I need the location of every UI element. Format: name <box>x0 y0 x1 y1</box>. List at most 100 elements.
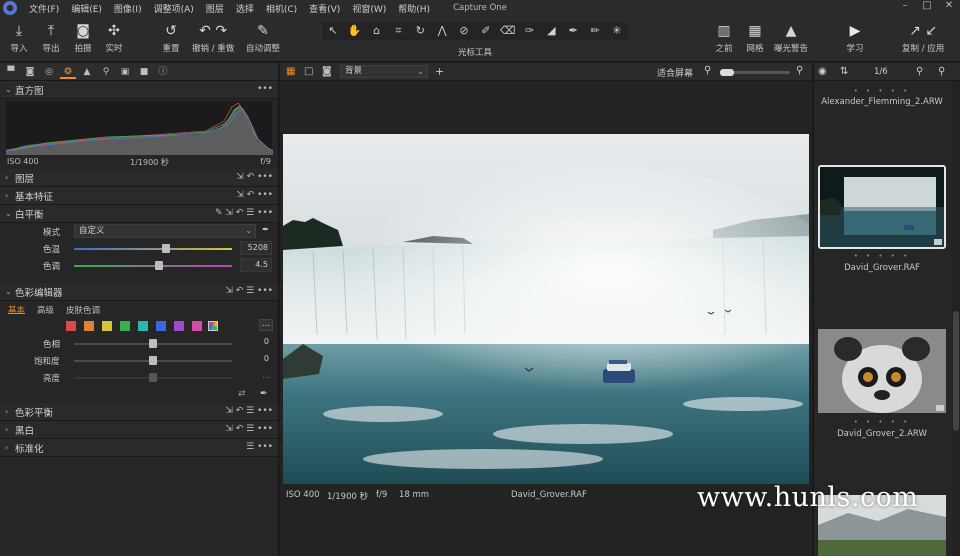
spot-removal-icon[interactable]: ⊘ <box>456 23 472 39</box>
section-actions-icon[interactable]: ⇲ ↶ ☰ ••• <box>225 286 273 296</box>
layers-section-header[interactable]: › 图层 ⇲ ↶ ••• <box>0 169 278 187</box>
swatch-magenta[interactable] <box>192 321 202 331</box>
eyedropper-icon[interactable]: ✒ <box>262 225 269 235</box>
hue-slider[interactable] <box>74 339 232 348</box>
rating-dots[interactable]: • • • • • <box>814 87 950 95</box>
menu-image[interactable]: 图像(I) <box>108 2 148 15</box>
hue-value[interactable]: 0 <box>240 336 272 350</box>
details-tab-icon[interactable]: ⚲ <box>98 65 114 79</box>
rotate-icon[interactable]: ↻ <box>412 23 428 39</box>
zoom-in-icon[interactable]: ⚲ <box>796 65 803 76</box>
white-balance-section-header[interactable]: ⌄ 白平衡 ✎ ⇲ ↶ ☰ ••• <box>0 205 278 223</box>
kelvin-value-field[interactable]: 5208 <box>240 241 272 255</box>
saturation-value[interactable]: 0 <box>240 353 272 367</box>
color-balance-section-header[interactable]: › 色彩平衡 ⇲ ↶ ☰ ••• <box>0 403 278 421</box>
tab-basic[interactable]: 基本 <box>8 304 26 316</box>
menu-adjustments[interactable]: 调整项(A) <box>148 2 200 15</box>
histogram-section-header[interactable]: ⌄ 直方图 ••• <box>0 81 278 99</box>
scrollbar-thumb[interactable] <box>953 311 959 431</box>
menu-layers[interactable]: 图层 <box>200 2 230 15</box>
tint-slider-handle[interactable] <box>155 261 163 270</box>
menu-camera[interactable]: 相机(C) <box>260 2 303 15</box>
capture-button[interactable]: ◙ 拍摄 <box>74 22 92 54</box>
capture-tab-icon[interactable]: ◙ <box>22 65 38 79</box>
zoom-out-icon[interactable]: ⚲ <box>704 65 711 76</box>
loupe-icon[interactable]: ⌂ <box>369 23 385 39</box>
base-characteristics-section-header[interactable]: › 基本特征 ⇲ ↶ ••• <box>0 187 278 205</box>
thumbnail-selected[interactable] <box>818 165 946 249</box>
eye-icon[interactable]: ◉ <box>818 66 827 77</box>
fit-screen-label[interactable]: 适合屏幕 <box>657 66 693 79</box>
swatch-red[interactable] <box>66 321 76 331</box>
more-icon[interactable]: … <box>262 371 271 381</box>
compare-view-icon[interactable]: ◙ <box>322 66 332 77</box>
background-select[interactable]: 背景 ⌄ <box>340 65 428 78</box>
mask-brush-icon[interactable]: ✑ <box>522 23 538 39</box>
section-actions-icon[interactable]: ⇲ ↶ ••• <box>236 172 273 182</box>
menu-view[interactable]: 查看(V) <box>303 2 346 15</box>
maximize-icon[interactable]: □ <box>916 0 938 16</box>
select-cursor-icon[interactable]: ↖ <box>325 23 341 39</box>
color-tab-icon[interactable]: ❂ <box>60 65 76 79</box>
wb-mode-select[interactable]: 自定义 ⌄ <box>74 224 256 238</box>
library-tab-icon[interactable]: ▀ <box>3 65 19 79</box>
import-button[interactable]: ⤓ 导入 <box>10 22 28 54</box>
color-picker-icon[interactable]: ✒ <box>565 23 581 39</box>
swatch-green[interactable] <box>120 321 130 331</box>
metadata-tab-icon[interactable]: ■ <box>136 65 152 79</box>
single-view-icon[interactable]: □ <box>304 66 313 77</box>
swatch-orange[interactable] <box>84 321 94 331</box>
menu-select[interactable]: 选择 <box>230 2 260 15</box>
section-actions-icon[interactable]: ⇲ ↶ ••• <box>236 190 273 200</box>
reset-button[interactable]: ↺ 重置 <box>162 22 180 54</box>
color-wheel-icon[interactable] <box>208 321 218 331</box>
section-actions-icon[interactable]: ⇲ ↶ ☰ ••• <box>225 406 273 416</box>
browser-scrollbar[interactable] <box>952 81 960 556</box>
swap-icon[interactable]: ⇄ <box>238 389 246 399</box>
wb-picker-icon[interactable]: ✳ <box>609 23 625 39</box>
keystone-icon[interactable]: ⋀ <box>434 23 450 39</box>
grid-button[interactable]: ▦ 网格 <box>746 22 764 54</box>
lens-tab-icon[interactable]: ◎ <box>41 65 57 79</box>
exposure-tab-icon[interactable]: ▲ <box>79 65 95 79</box>
lightness-slider[interactable] <box>74 373 232 382</box>
menu-help[interactable]: 帮助(H) <box>392 2 436 15</box>
section-actions-icon[interactable]: ✎ ⇲ ↶ ☰ ••• <box>215 208 273 218</box>
eraser-icon[interactable]: ⌫ <box>500 23 516 39</box>
undo-redo-button[interactable]: ↶ ↷ 撤销 / 重做 <box>192 22 234 54</box>
auto-adjust-button[interactable]: ✎ 自动调整 <box>246 22 280 54</box>
rating-dots[interactable]: • • • • • <box>814 252 950 260</box>
tint-value-field[interactable]: 4.5 <box>240 258 272 272</box>
swatch-blue[interactable] <box>156 321 166 331</box>
info-tab-icon[interactable]: ⓘ <box>155 65 171 79</box>
search-icon[interactable]: ⚲ <box>938 66 945 77</box>
add-icon[interactable]: + <box>435 65 444 78</box>
zoom-slider-handle[interactable] <box>720 69 734 76</box>
export-button[interactable]: ⤒ 导出 <box>42 22 60 54</box>
live-button[interactable]: ✣ 实时 <box>105 22 123 54</box>
normalize-section-header[interactable]: › 标准化 ☰ ••• <box>0 439 278 457</box>
learn-button[interactable]: ▶ 学习 <box>846 22 864 54</box>
more-swatches-button[interactable]: ... <box>259 319 273 331</box>
brush-icon[interactable]: ✐ <box>478 23 494 39</box>
swatch-yellow[interactable] <box>102 321 112 331</box>
zoom-slider[interactable] <box>720 69 790 76</box>
saturation-slider[interactable] <box>74 356 232 365</box>
tab-advanced[interactable]: 高级 <box>37 304 54 316</box>
menu-edit[interactable]: 编辑(E) <box>65 2 108 15</box>
color-picker-icon[interactable]: ✒ <box>260 389 268 399</box>
kelvin-slider[interactable] <box>74 244 232 253</box>
pan-hand-icon[interactable]: ✋ <box>347 23 363 39</box>
saturation-slider-handle[interactable] <box>149 356 157 365</box>
annotate-icon[interactable]: ✏ <box>587 23 603 39</box>
rating-dots[interactable]: • • • • • <box>814 418 950 426</box>
tab-skin-tone[interactable]: 皮肤色调 <box>66 304 100 316</box>
swatch-cyan[interactable] <box>138 321 148 331</box>
crop-icon[interactable]: ⌗ <box>390 23 406 39</box>
section-actions-icon[interactable]: ⇲ ↶ ☰ ••• <box>225 424 273 434</box>
copy-apply-button[interactable]: ↗ ↙ 复制 / 应用 <box>902 22 944 54</box>
kelvin-slider-handle[interactable] <box>162 244 170 253</box>
black-white-section-header[interactable]: › 黑白 ⇲ ↶ ☰ ••• <box>0 421 278 439</box>
section-actions-icon[interactable]: ☰ ••• <box>246 442 273 452</box>
exposure-warning-button[interactable]: ▲ 曝光警告 <box>774 22 808 54</box>
